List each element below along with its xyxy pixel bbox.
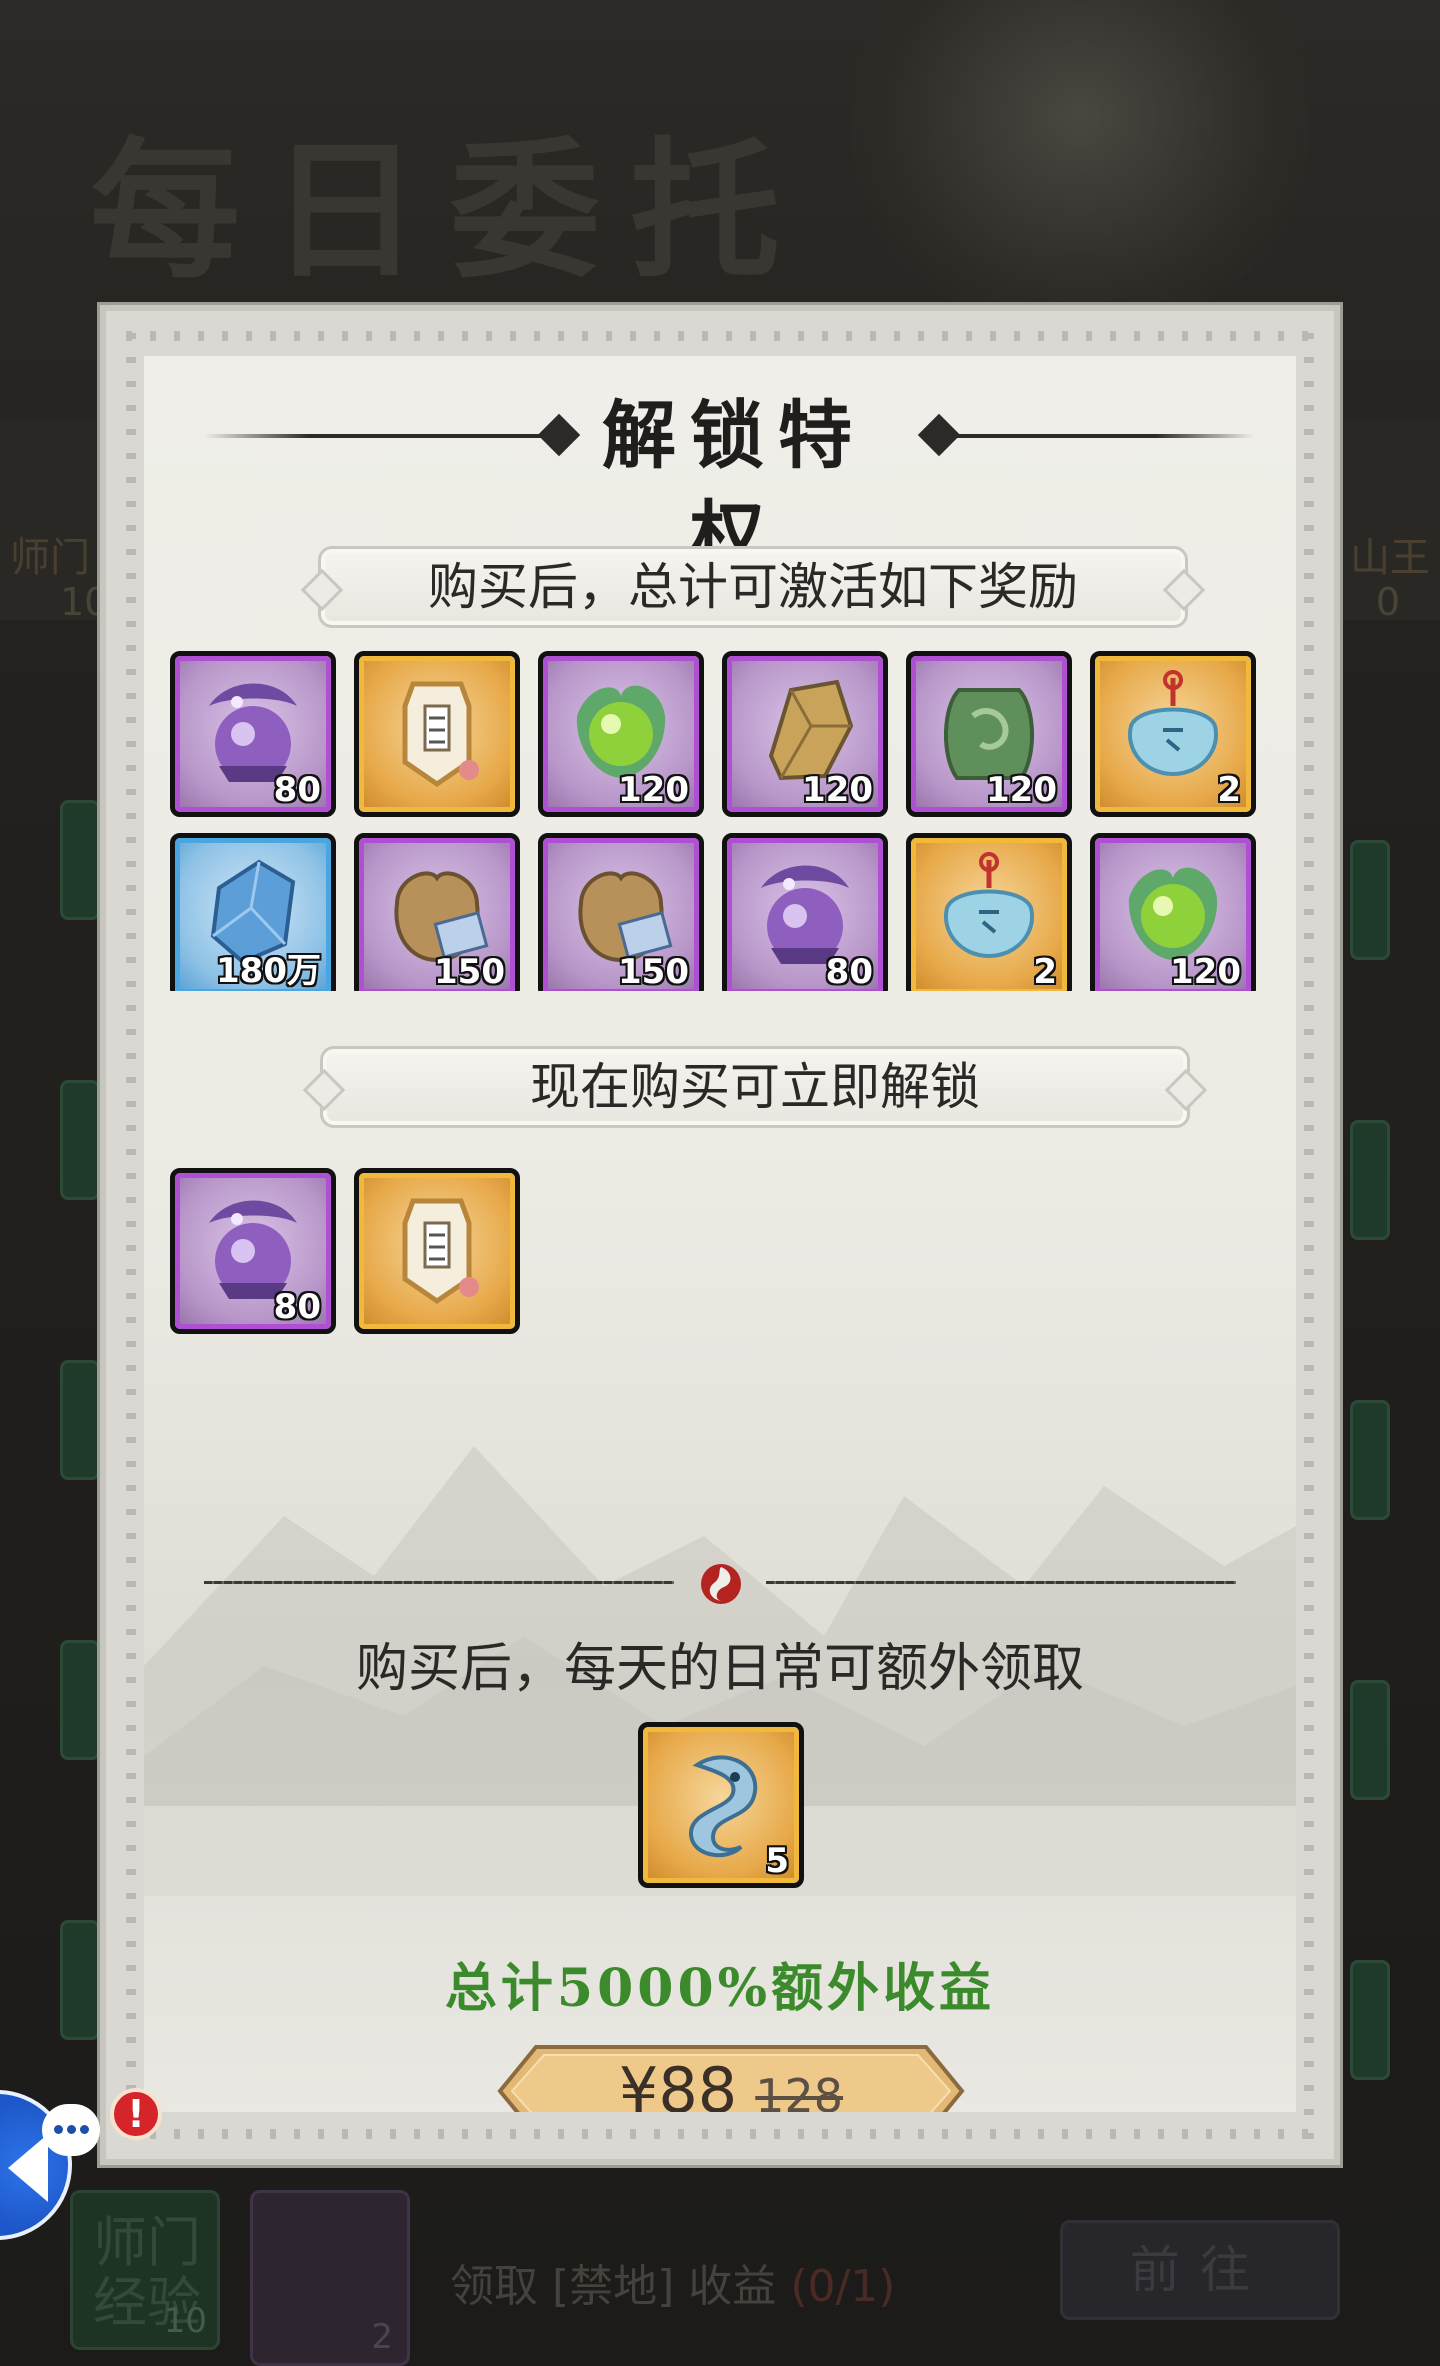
reward-count: 5	[765, 1841, 789, 1881]
task-row-edge	[1350, 1680, 1390, 1800]
task-row-edge	[60, 800, 100, 920]
reward-item[interactable]: 150	[354, 833, 520, 991]
task-row-edge	[60, 1080, 100, 1200]
screen-title: 每日委托	[90, 123, 811, 299]
reward-count: 150	[434, 952, 505, 991]
reward-item[interactable]: 2	[1090, 651, 1256, 817]
reward-item[interactable]: 2	[906, 833, 1072, 991]
divider-right	[766, 1581, 1236, 1584]
unlock-privilege-modal: 解锁特权 购买后，总计可激活如下奖励 80 120 120 120 2 180万 150 15…	[100, 305, 1340, 2165]
unlock-now-banner: 现在购买可立即解锁	[320, 1046, 1190, 1128]
reward-item[interactable]: 120	[538, 651, 704, 817]
task-row-edge	[60, 1920, 100, 2040]
task-reward-count: 2	[371, 2317, 393, 2357]
total-rewards-banner: 购买后，总计可激活如下奖励	[318, 546, 1188, 628]
reward-count: 150	[618, 952, 689, 991]
reward-count: 120	[1170, 952, 1241, 991]
reward-count: 80	[273, 1287, 321, 1327]
gold-scroll-token-icon	[402, 681, 479, 788]
title-ornament-right	[924, 434, 1254, 438]
current-price: ¥88	[619, 2054, 737, 2112]
collapse-arrow-icon	[8, 2134, 48, 2202]
total-rewards-grid: 80 120 120 120 2 180万 150 150 80 2 120	[170, 651, 1270, 991]
reward-item[interactable]: 80	[722, 833, 888, 991]
task-text: 领取 [禁地] 收益	[450, 2261, 777, 2312]
reward-count: 180万	[216, 951, 321, 991]
task-row: 师门经验 10 2 领取 [禁地] 收益 (0/1) 前往	[60, 2190, 1380, 2366]
reward-item[interactable]: 120	[906, 651, 1072, 817]
reward-item[interactable]	[354, 651, 520, 817]
task-row-edge	[1350, 1400, 1390, 1520]
reward-count: 120	[986, 770, 1057, 810]
alert-badge: !	[110, 2088, 162, 2140]
daily-reward-slot: 5	[638, 1722, 804, 1888]
task-progress: (0/1)	[790, 2261, 896, 2312]
master-exp-count: 10	[163, 2301, 207, 2341]
current-price-value: 88	[658, 2054, 738, 2112]
task-reward-item[interactable]: 2	[250, 2190, 410, 2366]
swirl-emblem-icon	[701, 1564, 741, 1604]
chat-bubble-icon[interactable]	[42, 2104, 100, 2156]
task-description: 领取 [禁地] 收益 (0/1)	[450, 2250, 895, 2314]
reward-count: 2	[1033, 952, 1057, 991]
original-price: 128	[755, 2069, 844, 2112]
unlock-now-rewards: 80	[170, 1168, 570, 1338]
reward-count: 120	[802, 770, 873, 810]
reward-item[interactable]	[354, 1168, 520, 1334]
modal-title-row: 解锁特权	[144, 386, 1296, 579]
modal-body: 解锁特权 购买后，总计可激活如下奖励 80 120 120 120 2 180万 150 15…	[144, 356, 1296, 2112]
master-exp-badge: 师门经验 10	[70, 2190, 220, 2350]
reward-item[interactable]: 180万	[170, 833, 336, 991]
left-task-strip	[0, 420, 100, 2120]
reward-item[interactable]: 120	[1090, 833, 1256, 991]
bonus-percentage-text: 总计5000%额外收益	[444, 1958, 996, 2019]
divider-left	[204, 1581, 674, 1584]
reward-count: 120	[618, 770, 689, 810]
gold-scroll-token-icon	[402, 1198, 479, 1305]
task-row-edge	[1350, 840, 1390, 960]
character-portrait	[850, 0, 1310, 330]
reward-item[interactable]: 120	[722, 651, 888, 817]
reward-item[interactable]: 5	[638, 1722, 804, 1888]
reward-item[interactable]: 150	[538, 833, 704, 991]
title-ornament-left	[204, 434, 554, 438]
reward-count: 80	[825, 952, 873, 991]
daily-bonus-label: 购买后，每天的日常可额外领取	[355, 1639, 1084, 1699]
task-row-edge	[1350, 1120, 1390, 1240]
reward-count: 2	[1217, 770, 1241, 810]
purchase-button[interactable]: ¥88 128	[496, 2041, 966, 2112]
go-button[interactable]: 前往	[1060, 2220, 1340, 2320]
task-row-edge	[60, 1360, 100, 1480]
reward-item[interactable]: 80	[170, 651, 336, 817]
reward-item[interactable]: 80	[170, 1168, 336, 1334]
task-row-edge	[60, 1640, 100, 1760]
currency-symbol: ¥	[618, 2054, 659, 2112]
reward-count: 80	[273, 770, 321, 810]
price-label: ¥88 128	[496, 2041, 966, 2112]
task-row-edge	[1350, 1960, 1390, 2080]
right-task-strip	[1350, 420, 1440, 2120]
